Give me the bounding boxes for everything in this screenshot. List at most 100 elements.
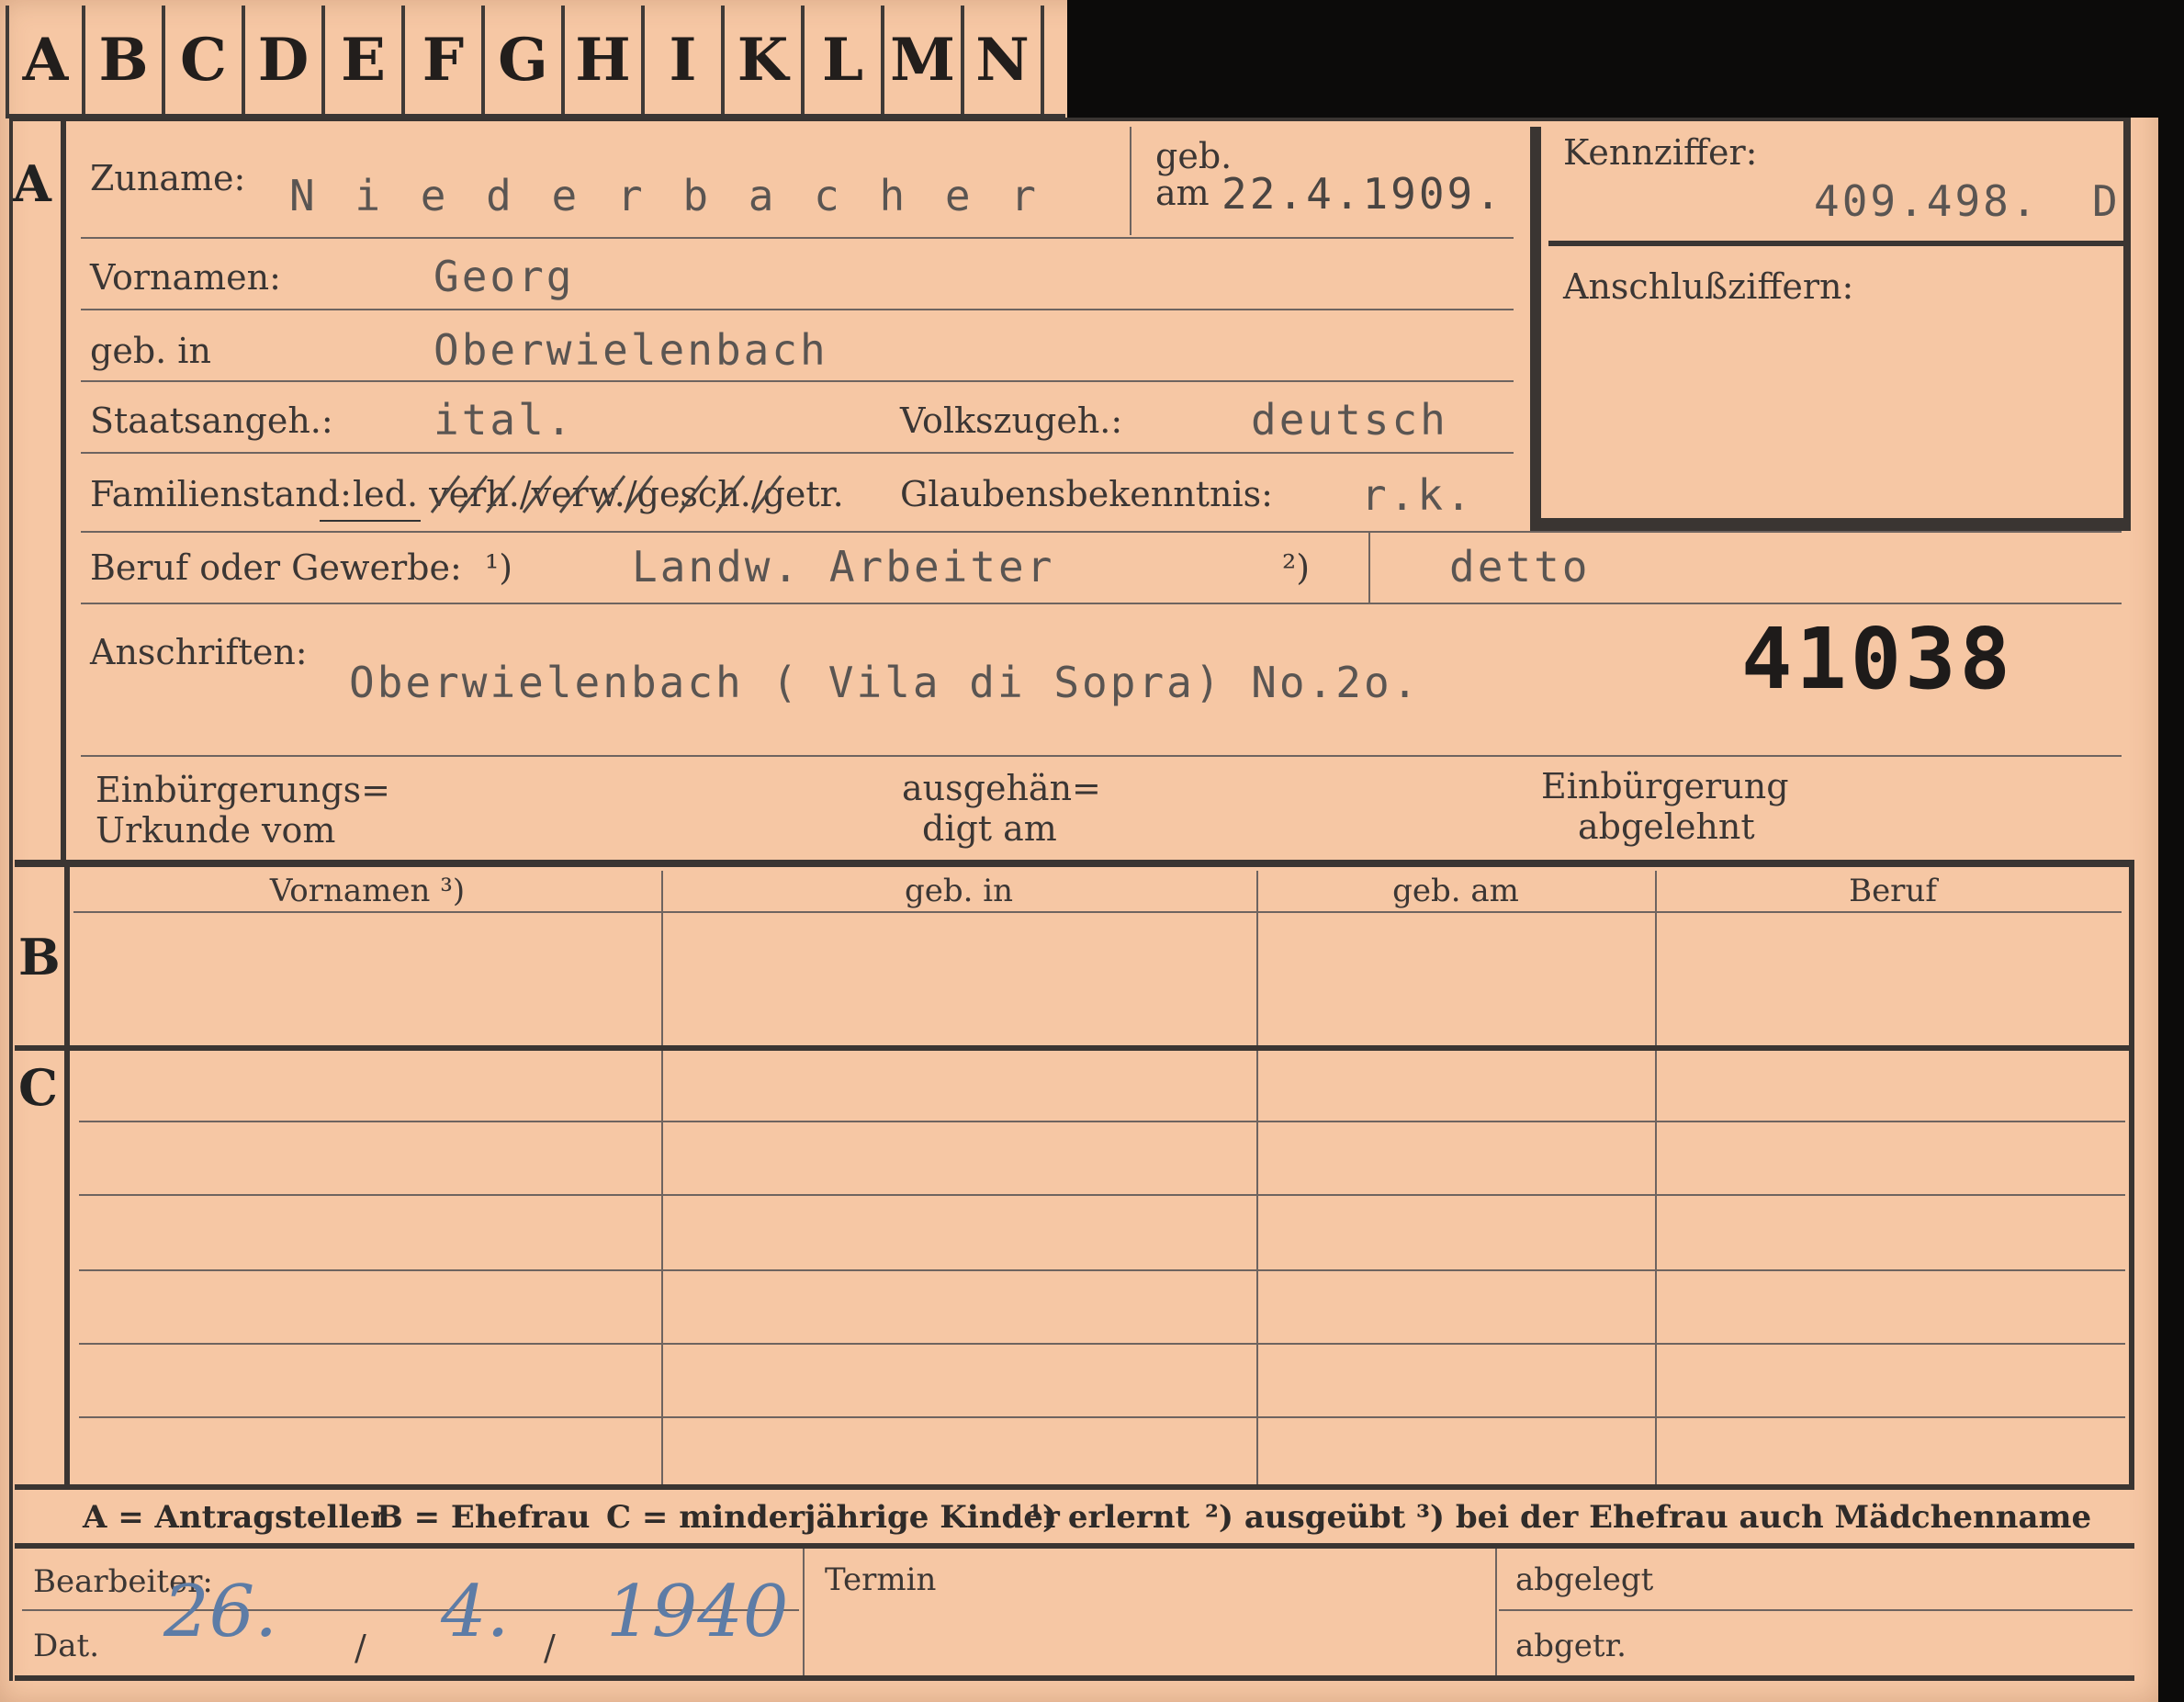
card-border-bottom [15, 1675, 2134, 1681]
ausgehaendigt-label-2: digt am [922, 808, 1057, 849]
col-header-beruf: Beruf [1849, 873, 1937, 909]
handwritten-month: 4. [441, 1571, 510, 1653]
geb-am-label-2: am [1155, 173, 1210, 213]
geb-am-label-1: geb. [1155, 136, 1233, 176]
footnote-b: B = Ehefrau [377, 1499, 591, 1536]
section-b-c-separator [15, 1045, 2134, 1051]
anschriften-label: Anschriften: [90, 632, 308, 672]
surname-label: Zuname: [90, 158, 246, 198]
kennziffer-label: Kennziffer: [1563, 132, 1758, 173]
volkszugeh-label: Volkszugeh.: [900, 400, 1123, 441]
kennziffer-divider [1548, 241, 2123, 246]
top-right-background [1067, 0, 2158, 118]
staatsangeh-label: Staatsangeh.: [90, 400, 333, 441]
ausgehaendigt-label-1: ausgehän= [902, 768, 1101, 808]
einbuergerung-abgelehnt-label-2: abgelehnt [1578, 806, 1755, 847]
date-slash-2: / [544, 1628, 556, 1668]
tab-i[interactable]: I [645, 6, 725, 114]
abgetr-label: abgetr. [1515, 1628, 1627, 1664]
footnote-c: C = minderjährige Kinder [606, 1499, 1060, 1536]
dat-label: Dat. [33, 1628, 100, 1664]
section-a-letter: A [13, 154, 51, 213]
vornamen-value: Georg [433, 252, 575, 301]
section-bc-border-right [2129, 867, 2134, 1486]
einbuergerung-urkunde-label-1: Einbürgerungs= [96, 770, 390, 810]
bottom-divider-2 [1495, 1549, 1497, 1677]
einbuergerung-abgelehnt-label-1: Einbürgerung [1541, 766, 1789, 806]
row-line-2 [81, 309, 1514, 310]
table-row-line-5 [79, 1416, 2125, 1418]
col-header-geb-in: geb. in [904, 873, 1014, 909]
abgelegt-line [1499, 1609, 2133, 1611]
familienstand-strikeouts [430, 475, 782, 513]
kennziffer-value: 409.498. [1814, 176, 2040, 226]
row-line-5 [81, 531, 2122, 533]
tab-b[interactable]: B [85, 6, 165, 114]
tab-l[interactable]: L [805, 6, 884, 114]
row-line-1 [81, 237, 1514, 239]
familienstand-underline [320, 520, 421, 522]
beruf-note-1: ¹) [485, 547, 513, 588]
tab-k[interactable]: K [725, 6, 805, 114]
card-border-left [9, 121, 13, 1681]
table-header-line [73, 911, 2122, 913]
geb-in-label: geb. in [90, 331, 211, 371]
table-row-line-2 [79, 1194, 2125, 1196]
tab-a[interactable]: A [6, 6, 85, 114]
section-bc-border-left [64, 867, 70, 1486]
kennziffer-box-bottom [1530, 518, 2131, 531]
surname-divider [1130, 127, 1131, 235]
beruf-label: Beruf oder Gewerbe: [90, 547, 462, 588]
glauben-value: r.k. [1361, 470, 1474, 520]
volkszugeh-value: deutsch [1251, 395, 1448, 445]
vornamen-label: Vornamen: [90, 257, 281, 298]
beruf-note-2: ²) [1282, 547, 1311, 588]
surname-value: N i e d e r b a c h e r [289, 171, 1043, 220]
birth-date-value: 22.4.1909. [1221, 169, 1503, 219]
bottom-divider-1 [803, 1549, 805, 1677]
section-b-letter: B [18, 928, 61, 986]
card-border-top [9, 118, 2131, 121]
table-col-divider-2 [1256, 871, 1258, 1484]
tab-h[interactable]: H [565, 6, 645, 114]
row-line-4 [81, 452, 1514, 454]
beruf-divider [1368, 533, 1370, 604]
tab-f[interactable]: F [405, 6, 485, 114]
tab-d[interactable]: D [245, 6, 325, 114]
kennziffer-suffix: D [2092, 176, 2121, 226]
col-header-geb-am: geb. am [1392, 873, 1519, 909]
anschrift-value: Oberwielenbach ( Vila di Sopra) No.2o. [349, 658, 1421, 707]
row-line-7 [81, 755, 2122, 757]
geb-in-value: Oberwielenbach [433, 325, 828, 375]
kennziffer-box-left [1530, 127, 1541, 531]
tab-m[interactable]: M [884, 6, 964, 114]
footnote-border-top [15, 1484, 2134, 1490]
footnote-a: A = Antragsteller [83, 1499, 387, 1536]
table-row-line-1 [79, 1121, 2125, 1122]
tab-c[interactable]: C [165, 6, 245, 114]
section-c-letter: C [18, 1058, 58, 1117]
date-slash-1: / [355, 1628, 366, 1668]
tab-g[interactable]: G [485, 6, 565, 114]
row-line-6 [81, 603, 2122, 604]
table-row-line-3 [79, 1269, 2125, 1271]
tab-e[interactable]: E [325, 6, 405, 114]
index-card: A B C D E F G H I K L M N A Zuname: N i … [0, 0, 2158, 1702]
beruf-value-1: Landw. Arbeiter [632, 542, 1055, 592]
section-bc-border-top [15, 860, 2134, 867]
section-a-border-left [61, 121, 66, 861]
termin-label: Termin [825, 1561, 937, 1598]
einbuergerung-urkunde-label-2: Urkunde vom [96, 810, 336, 851]
table-col-divider-3 [1655, 871, 1657, 1484]
abgelegt-label: abgelegt [1515, 1561, 1654, 1598]
footnote-ausgeuebt: ²) ausgeübt [1205, 1499, 1406, 1536]
anschluss-label: Anschlußziffern: [1563, 266, 1854, 307]
handwritten-day: 26. [163, 1571, 278, 1653]
table-row-line-4 [79, 1343, 2125, 1345]
col-header-vornamen: Vornamen ³) [269, 873, 466, 909]
tab-n[interactable]: N [964, 6, 1044, 114]
familienstand-label: Familienstand: [90, 474, 352, 514]
stamp-number: 41038 [1741, 610, 2014, 708]
footnote-border-bottom [15, 1543, 2134, 1549]
footnote-erlernt: ¹) erlernt [1029, 1499, 1190, 1536]
